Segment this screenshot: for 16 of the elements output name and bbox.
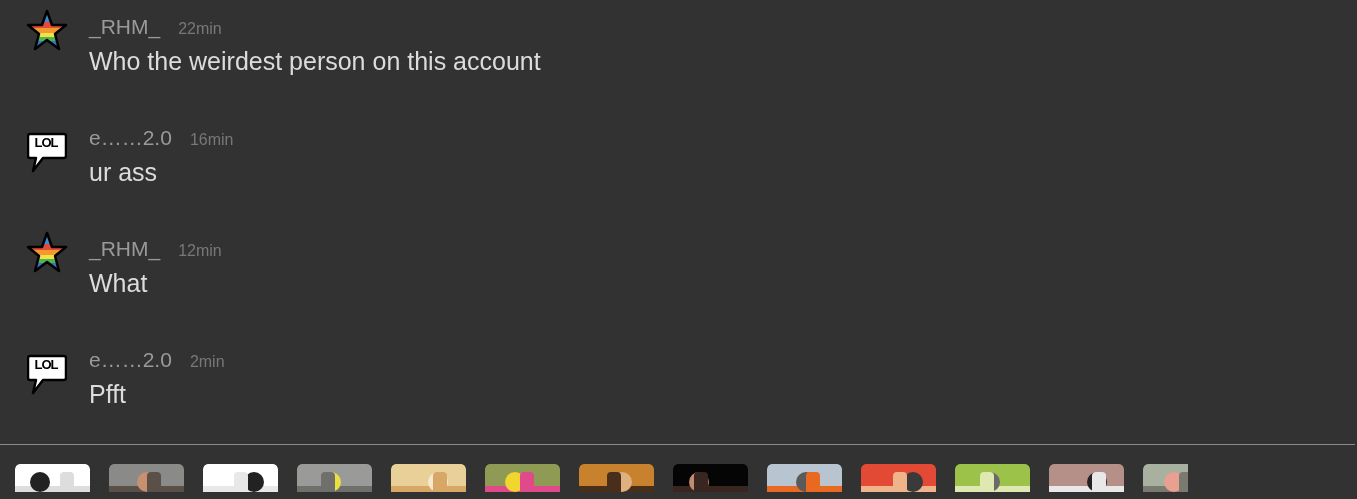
username[interactable]: e……2.0 <box>89 126 172 150</box>
comment-text: Pfft <box>89 380 128 409</box>
timestamp: 2min <box>189 353 225 371</box>
username[interactable]: _RHM_ <box>89 237 161 261</box>
comment-text: Who the weirdest person on this account <box>89 47 541 76</box>
comment-text: What <box>89 269 149 298</box>
rainbow-star-icon <box>26 9 68 51</box>
username[interactable]: _RHM_ <box>89 15 161 39</box>
timestamp: 12min <box>178 242 222 260</box>
speech-bubble-icon: LOL <box>27 354 67 396</box>
speech-bubble-icon: LOL <box>27 132 67 174</box>
comment-text: ur ass <box>89 158 159 187</box>
username[interactable]: e……2.0 <box>89 348 172 372</box>
timestamp: 22min <box>178 20 222 38</box>
timestamp: 16min <box>189 131 234 149</box>
rainbow-star-icon <box>26 231 68 273</box>
